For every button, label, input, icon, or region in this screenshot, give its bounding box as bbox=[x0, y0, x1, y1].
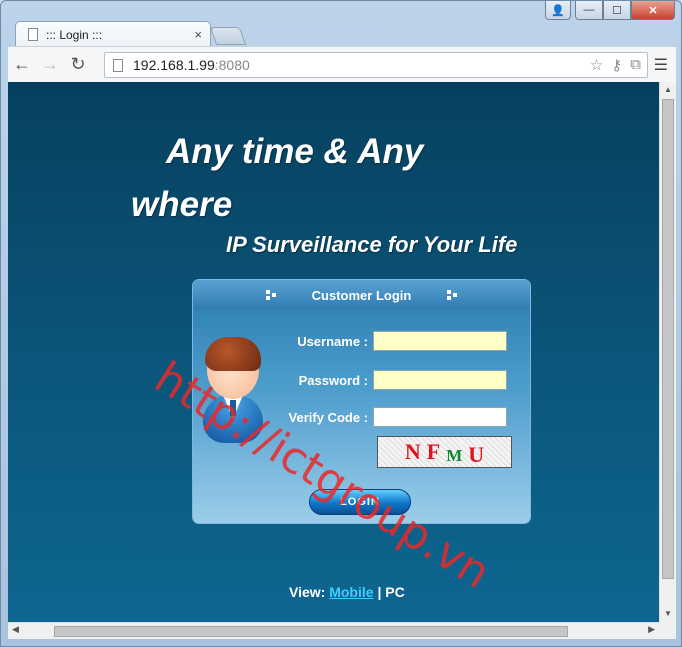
verify-code-row: Verify Code : bbox=[273, 407, 507, 427]
page-viewport: Any time & Any where IP Surveillance for… bbox=[8, 82, 659, 622]
scroll-down-icon[interactable]: ▼ bbox=[660, 606, 676, 622]
captcha-char: U bbox=[468, 442, 485, 467]
translate-icon[interactable]: ⧉ bbox=[630, 56, 641, 74]
bookmark-star-icon[interactable]: ☆ bbox=[590, 56, 603, 74]
browser-toolbar: ← → ↻ 192.168.1.99:8080 ☆ ⚷ ⧉ ☰ bbox=[8, 46, 676, 82]
view-separator: | bbox=[377, 584, 382, 600]
decorative-squares-icon bbox=[265, 290, 276, 300]
subheadline: IP Surveillance for Your Life bbox=[226, 232, 518, 257]
horizontal-scroll-thumb[interactable] bbox=[54, 626, 568, 637]
forward-arrow-icon[interactable]: → bbox=[36, 54, 64, 75]
vertical-scrollbar[interactable]: ▲ ▼ bbox=[659, 82, 676, 622]
maximize-button[interactable]: ☐ bbox=[603, 1, 631, 20]
scroll-up-icon[interactable]: ▲ bbox=[660, 82, 676, 98]
vertical-scroll-thumb[interactable] bbox=[662, 99, 674, 579]
password-row: Password : bbox=[273, 370, 507, 390]
panel-header: Customer Login bbox=[193, 280, 530, 310]
new-tab-button[interactable] bbox=[209, 27, 247, 45]
page-icon bbox=[113, 58, 123, 72]
view-mobile-link[interactable]: Mobile bbox=[329, 584, 373, 600]
password-input[interactable] bbox=[373, 370, 507, 390]
view-pc-label: PC bbox=[385, 584, 405, 600]
avatar-hair bbox=[205, 337, 261, 371]
page-icon bbox=[28, 28, 38, 41]
username-label: Username : bbox=[297, 333, 368, 349]
address-bar[interactable]: 192.168.1.99:8080 ☆ ⚷ ⧉ bbox=[104, 52, 648, 78]
browser-tab[interactable]: ::: Login ::: × bbox=[15, 21, 211, 47]
user-icon[interactable]: 👤 bbox=[545, 1, 571, 20]
decorative-squares-icon bbox=[447, 290, 458, 300]
scrollbar-corner bbox=[659, 622, 676, 639]
close-button[interactable]: ✕ bbox=[631, 1, 675, 20]
scroll-left-icon[interactable]: ◀ bbox=[12, 624, 19, 635]
view-prefix: View: bbox=[289, 584, 326, 600]
key-icon[interactable]: ⚷ bbox=[611, 56, 622, 74]
reload-icon[interactable]: ↻ bbox=[64, 54, 92, 75]
username-row: Username : bbox=[273, 331, 507, 351]
menu-icon[interactable]: ☰ bbox=[654, 55, 668, 75]
url-host: 192.168.1.99 bbox=[133, 57, 215, 73]
tab-title: ::: Login ::: bbox=[46, 27, 103, 42]
view-switcher: View: Mobile | PC bbox=[289, 584, 405, 600]
back-arrow-icon[interactable]: ← bbox=[8, 54, 36, 75]
minimize-button[interactable]: — bbox=[575, 1, 603, 20]
window-controls: 👤 — ☐ ✕ bbox=[545, 1, 675, 20]
captcha-char: M bbox=[446, 446, 463, 465]
password-label: Password : bbox=[298, 372, 368, 388]
url-port: :8080 bbox=[214, 57, 250, 73]
verify-code-label: Verify Code : bbox=[288, 409, 368, 425]
captcha-char: F bbox=[426, 439, 441, 464]
horizontal-scrollbar[interactable]: ◀ ▶ bbox=[8, 622, 659, 639]
verify-code-input[interactable] bbox=[373, 407, 507, 427]
username-input[interactable] bbox=[373, 331, 507, 351]
headline-line1: Any time & Any bbox=[166, 132, 424, 171]
browser-window: 👤 — ☐ ✕ ::: Login ::: × ← → ↻ 192.168.1.… bbox=[0, 0, 682, 647]
tab-close-icon[interactable]: × bbox=[194, 27, 202, 42]
headline-line2: where bbox=[131, 185, 233, 224]
scroll-right-icon[interactable]: ▶ bbox=[648, 624, 655, 635]
captcha-image[interactable]: N F M U bbox=[377, 436, 512, 468]
panel-title: Customer Login bbox=[311, 287, 412, 303]
captcha-char: N bbox=[404, 439, 421, 464]
